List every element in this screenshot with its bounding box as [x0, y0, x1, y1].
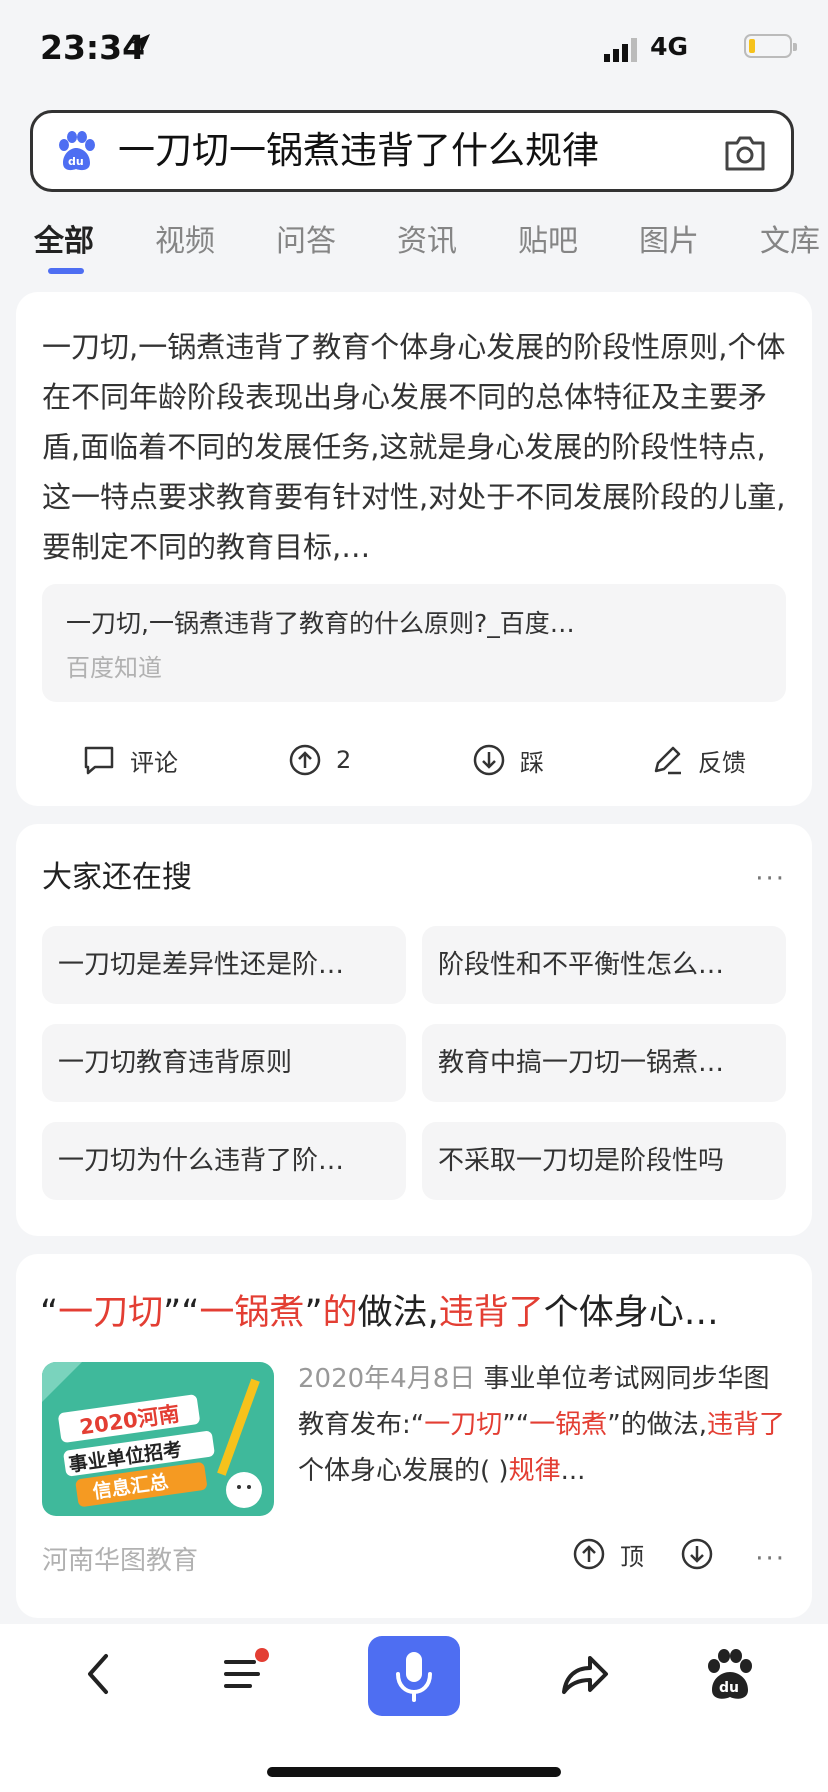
- tab-wenku[interactable]: 文库: [760, 216, 820, 260]
- result-snippet: 2020年4月8日 事业单位考试网同步华图教育发布:“一刀切”“一锅煮”的做法,…: [298, 1364, 785, 1486]
- related-item[interactable]: 一刀切教育违背原则: [42, 1024, 406, 1102]
- feedback-label: 反馈: [698, 748, 746, 777]
- comment-label: 评论: [130, 748, 178, 777]
- related-item[interactable]: 不采取一刀切是阶段性吗: [422, 1122, 786, 1200]
- arrow-up-circle-icon: [289, 744, 321, 776]
- upvote-count: 2: [336, 746, 352, 774]
- related-searches-card: 大家还在搜 ··· 一刀切是差异性还是阶… 阶段性和不平衡性怎么… 一刀切教育违…: [16, 824, 812, 1236]
- answer-text: 一刀切,一锅煮违背了教育个体身心发展的阶段性原则,个体在不同年龄阶段表现出身心发…: [42, 330, 786, 564]
- search-input[interactable]: 一刀切一锅煮违背了什么规律: [118, 123, 599, 179]
- related-item[interactable]: 教育中搞一刀切一锅煮…: [422, 1024, 786, 1102]
- bottom-toolbar: du: [0, 1624, 828, 1792]
- svg-text:du: du: [68, 155, 84, 168]
- home-indicator: [267, 1767, 561, 1777]
- microphone-icon: [396, 1652, 432, 1702]
- baidu-paw-icon[interactable]: du: [700, 1644, 760, 1704]
- status-bar: 23:34 4G: [0, 0, 828, 100]
- down-button[interactable]: [680, 1534, 728, 1574]
- battery-icon: [744, 34, 797, 58]
- top-label: 顶: [620, 1542, 644, 1571]
- tab-tieba[interactable]: 贴吧: [518, 216, 578, 260]
- source-title[interactable]: 一刀切,一锅煮违背了教育的什么原则?_百度…: [66, 604, 575, 640]
- menu-icon[interactable]: [214, 1644, 274, 1704]
- location-arrow-icon: [128, 32, 154, 58]
- signal-icon: [604, 38, 637, 62]
- comment-button[interactable]: 评论: [82, 740, 178, 780]
- related-item[interactable]: 阶段性和不平衡性怎么…: [422, 926, 786, 1004]
- downvote-label: 踩: [520, 748, 544, 777]
- related-item[interactable]: 一刀切为什么违背了阶…: [42, 1122, 406, 1200]
- svg-text:du: du: [719, 1680, 739, 1696]
- edit-pencil-icon: [654, 746, 681, 775]
- source-name: 百度知道: [66, 654, 162, 682]
- related-title: 大家还在搜: [42, 860, 192, 895]
- arrow-down-circle-icon: [473, 744, 505, 776]
- upvote-button[interactable]: 2: [288, 740, 351, 780]
- answer-card: 一刀切,一锅煮违背了教育个体身心发展的阶段性原则,个体在不同年龄阶段表现出身心发…: [16, 292, 812, 806]
- tab-images[interactable]: 图片: [639, 216, 699, 260]
- more-options-icon[interactable]: ···: [755, 864, 786, 894]
- tab-qa[interactable]: 问答: [276, 216, 336, 260]
- feedback-button[interactable]: 反馈: [650, 740, 746, 780]
- tab-news[interactable]: 资讯: [397, 216, 457, 260]
- result-footer: 河南华图教育 顶 ···: [16, 1530, 812, 1580]
- search-bar[interactable]: du 一刀切一锅煮违背了什么规律: [30, 110, 794, 192]
- result-thumbnail[interactable]: 2020河南 事业单位招考 信息汇总: [42, 1362, 274, 1516]
- voice-search-button[interactable]: [368, 1636, 460, 1716]
- tab-video[interactable]: 视频: [155, 216, 215, 260]
- tab-all[interactable]: 全部: [34, 216, 94, 260]
- arrow-up-circle-icon: [573, 1538, 605, 1570]
- search-result-card: “一刀切”“一锅煮”的做法,违背了个体身心… 2020河南 事业单位招考 信息汇…: [16, 1254, 812, 1618]
- tab-indicator: [48, 268, 84, 274]
- search-tabs: 全部 视频 问答 资讯 贴吧 图片 文库: [0, 210, 828, 276]
- baidu-paw-icon: du: [59, 131, 95, 171]
- answer-source[interactable]: 一刀切,一锅煮违背了教育的什么原则?_百度… 百度知道: [42, 584, 786, 702]
- camera-icon[interactable]: [723, 133, 767, 173]
- comment-icon: [84, 746, 114, 775]
- answer-actions: 评论 2 踩 反馈: [16, 732, 812, 792]
- result-site[interactable]: 河南华图教育: [42, 1540, 198, 1577]
- share-icon[interactable]: [554, 1644, 614, 1704]
- network-type: 4G: [650, 32, 688, 61]
- result-more-icon[interactable]: ···: [755, 1544, 786, 1574]
- back-arrow-icon[interactable]: [70, 1644, 130, 1704]
- arrow-down-circle-icon: [681, 1538, 713, 1570]
- result-title[interactable]: “一刀切”“一锅煮”的做法,违背了个体身心…: [40, 1284, 719, 1335]
- downvote-button[interactable]: 踩: [472, 740, 544, 780]
- related-item[interactable]: 一刀切是差异性还是阶…: [42, 926, 406, 1004]
- top-button[interactable]: 顶: [572, 1534, 644, 1574]
